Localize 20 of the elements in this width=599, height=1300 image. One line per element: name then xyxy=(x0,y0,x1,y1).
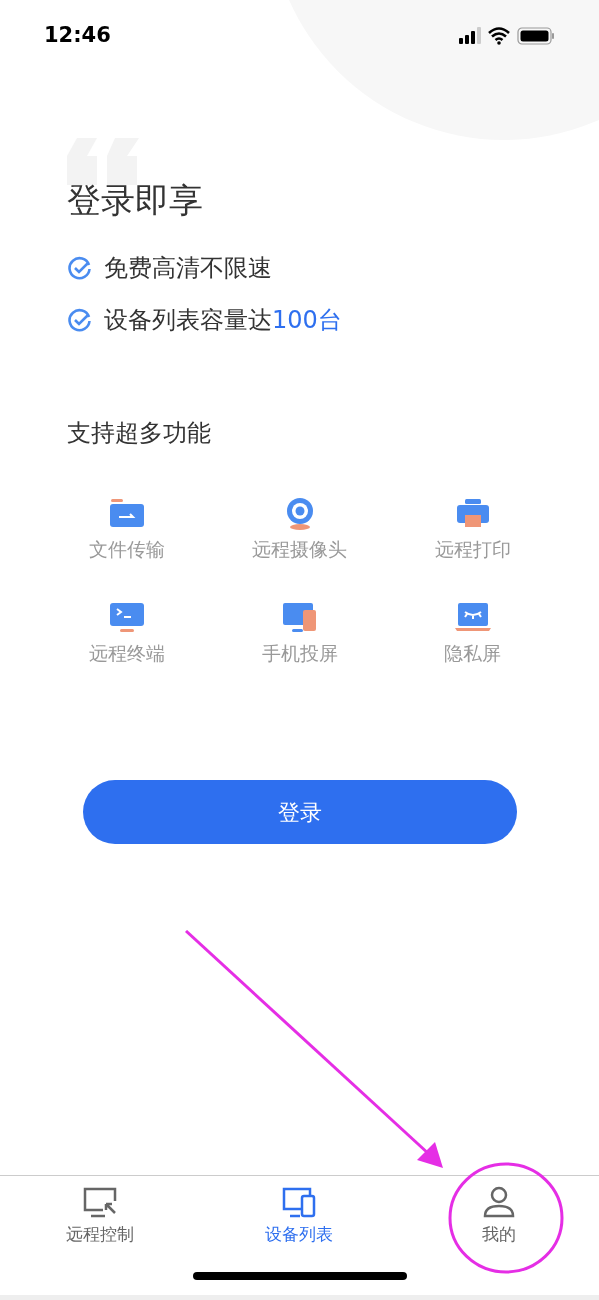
feature-label: 文件传输 xyxy=(88,537,165,561)
benefit-text: 设备列表容量达100台 xyxy=(104,305,342,335)
benefit-text: 免费高清不限速 xyxy=(104,253,272,283)
page-title: 登录即享 xyxy=(67,183,204,217)
login-button[interactable]: 登录 xyxy=(82,780,517,844)
signal-icon xyxy=(459,27,481,45)
tab-item[interactable]: 远程控制 xyxy=(65,1185,134,1246)
feature-label: 远程摄像头 xyxy=(252,537,347,561)
tab-item[interactable]: 我的 xyxy=(480,1185,519,1246)
check-circle-icon xyxy=(67,307,92,333)
feature-label: 远程打印 xyxy=(434,537,511,561)
section-heading: 支持超多功能 xyxy=(67,421,212,445)
battery-icon xyxy=(517,27,555,45)
feature-label: 手机投屏 xyxy=(261,641,338,665)
check-circle-icon xyxy=(67,255,92,281)
wifi-icon xyxy=(488,27,510,45)
feature-label: 隐私屏 xyxy=(444,641,501,665)
feature-label: 远程终端 xyxy=(88,641,165,665)
tab-item[interactable]: 设备列表 xyxy=(265,1185,334,1246)
status-time: 12:46 xyxy=(44,22,111,50)
